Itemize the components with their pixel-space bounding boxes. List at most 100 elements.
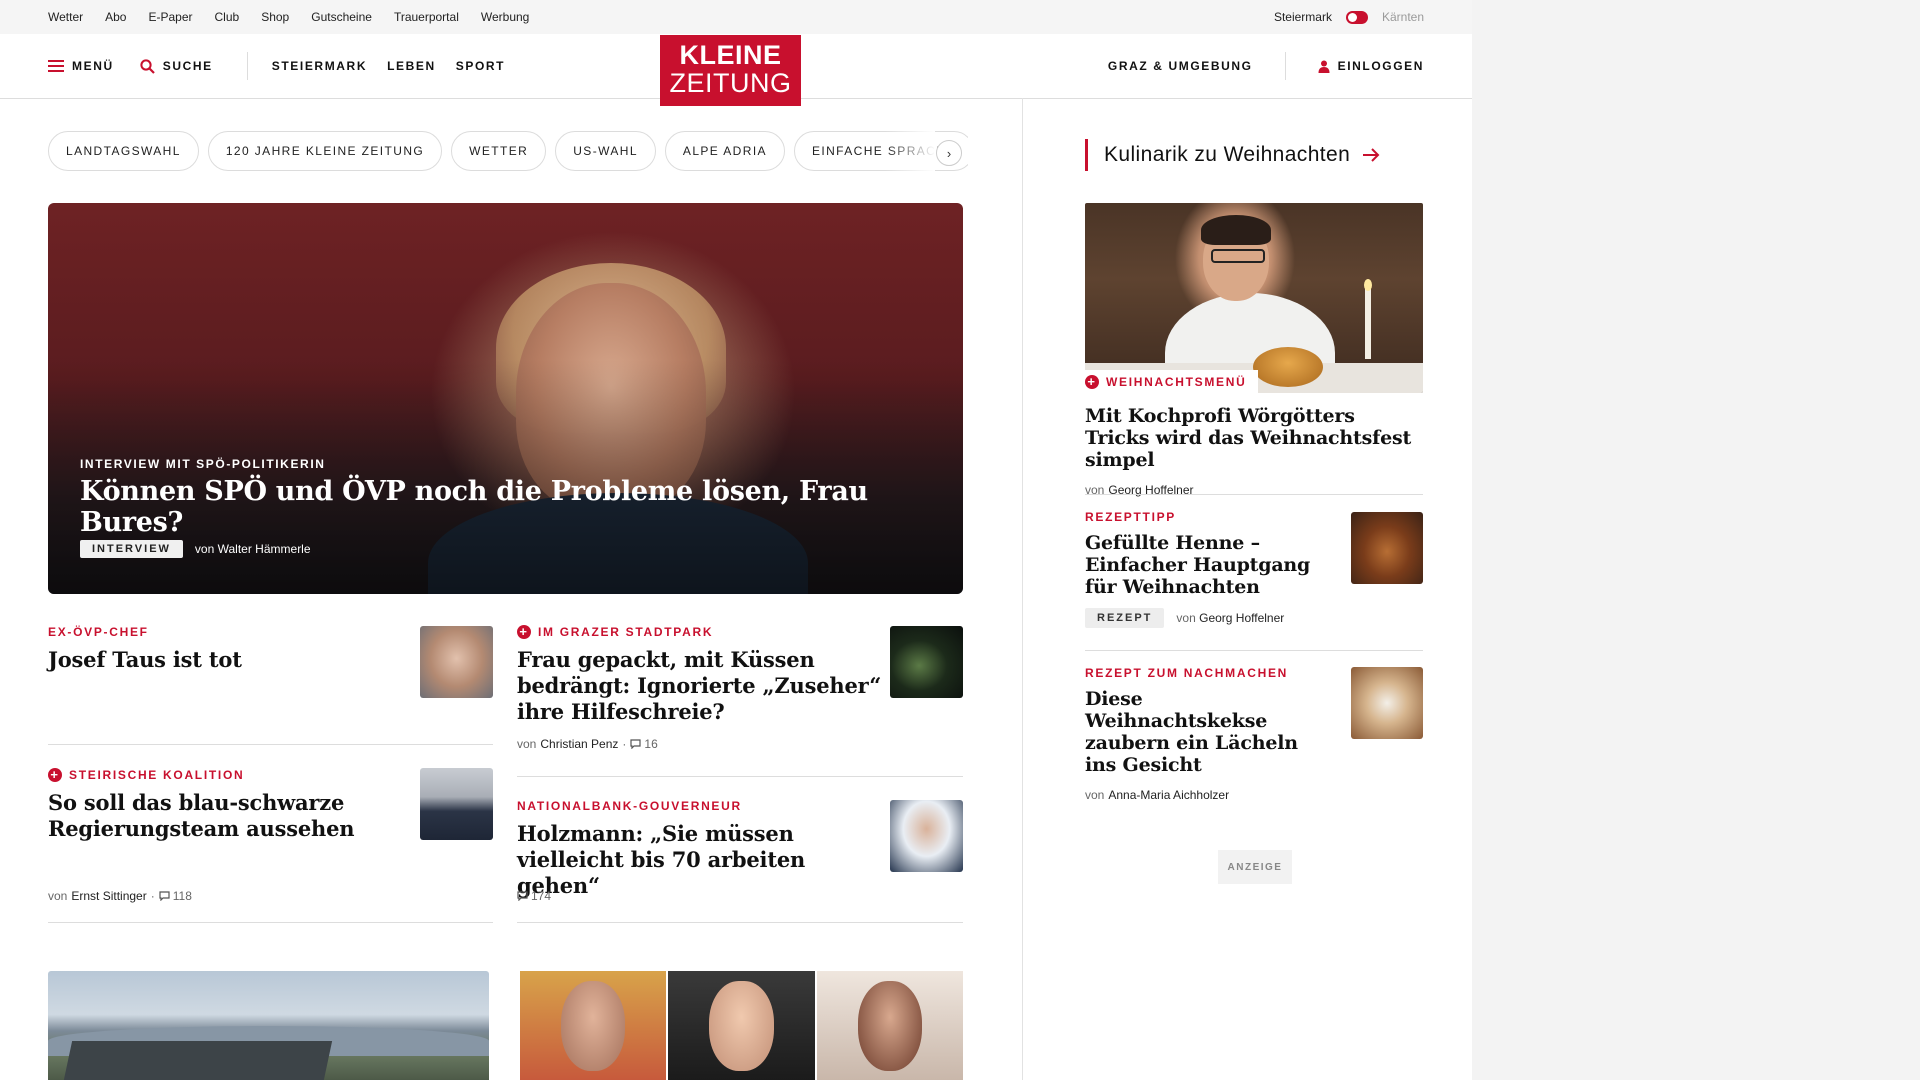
kicker-text: WEIHNACHTSMENÜ xyxy=(1106,375,1247,389)
chips-fade xyxy=(885,131,935,171)
article-image-bottom-right[interactable] xyxy=(520,971,963,1080)
hero-title[interactable]: Können SPÖ und ÖVP noch die Probleme lös… xyxy=(80,476,963,538)
hero-article[interactable]: INTERVIEW MIT SPÖ-POLITIKERIN Können SPÖ… xyxy=(48,203,963,594)
article-kicker: REZEPTTIPP xyxy=(1085,510,1320,524)
article-teaser[interactable]: + IM GRAZER STADTPARK Frau gepackt, mit K… xyxy=(517,625,887,751)
image-panel xyxy=(668,971,815,1080)
kicker-text: IM GRAZER STADTPARK xyxy=(538,625,714,639)
comment-count[interactable]: 16 xyxy=(630,737,658,751)
author-name[interactable]: Walter Hämmerle xyxy=(218,542,311,556)
site-logo[interactable]: KLEINE ZEITUNG xyxy=(660,35,801,106)
nav-leben[interactable]: LEBEN xyxy=(387,59,436,73)
hero-badge: INTERVIEW xyxy=(80,540,183,558)
sidebar-thumbnail[interactable] xyxy=(1351,667,1423,739)
article-image-bottom-left[interactable] xyxy=(48,971,489,1080)
article-title[interactable]: Holzmann: „Sie müssen vielleicht bis 70 … xyxy=(517,821,887,899)
image-panel xyxy=(816,971,963,1080)
byline-prefix: von xyxy=(1176,611,1196,625)
comment-number: 118 xyxy=(172,889,192,903)
util-link-club[interactable]: Club xyxy=(215,10,240,24)
region-option-kaernten[interactable]: Kärnten xyxy=(1382,10,1424,24)
topic-chip[interactable]: ALPE ADRIA xyxy=(664,131,785,171)
menu-button[interactable]: MENÜ xyxy=(48,59,114,73)
hero-meta: INTERVIEW von Walter Hämmerle xyxy=(80,540,311,558)
author-name[interactable]: Georg Hoffelner xyxy=(1199,611,1284,625)
header-divider xyxy=(246,52,248,80)
region-toggle[interactable] xyxy=(1345,10,1368,24)
sidebar-divider xyxy=(1085,494,1423,495)
article-divider xyxy=(48,922,493,923)
util-link-abo[interactable]: Abo xyxy=(105,10,126,24)
author-name[interactable]: Ernst Sittinger xyxy=(71,889,146,903)
author-name[interactable]: Christian Penz xyxy=(540,737,618,751)
util-link-gutscheine[interactable]: Gutscheine xyxy=(311,10,372,24)
article-thumbnail[interactable] xyxy=(420,626,493,698)
image-chef-hair xyxy=(1201,215,1271,245)
utility-nav: Wetter Abo E-Paper Club Shop Gutscheine … xyxy=(48,0,551,34)
sidebar-item[interactable]: REZEPTTIPP Gefüllte Henne – Einfacher Ha… xyxy=(1085,510,1320,628)
login-button[interactable]: EINLOGGEN xyxy=(1318,59,1424,73)
sidebar-item[interactable]: REZEPT ZUM NACHMACHEN Diese Weihnachtske… xyxy=(1085,666,1320,802)
comment-number: 16 xyxy=(644,737,658,751)
article-meta: REZEPT von Georg Hoffelner xyxy=(1085,608,1320,628)
article-teaser[interactable]: + STEIRISCHE KOALITION So soll das blau-s… xyxy=(48,768,408,842)
nav-sport[interactable]: SPORT xyxy=(456,59,505,73)
comment-icon xyxy=(630,739,642,749)
menu-label: MENÜ xyxy=(72,59,114,73)
article-thumbnail[interactable] xyxy=(890,800,963,872)
meta-dot: · xyxy=(622,737,627,751)
article-title[interactable]: Frau gepackt, mit Küssen bedrängt: Ignor… xyxy=(517,647,887,725)
article-title[interactable]: Gefüllte Henne – Einfacher Hauptgang für… xyxy=(1085,532,1320,598)
sidebar-heading[interactable]: Kulinarik zu Weihnachten xyxy=(1085,139,1380,171)
region-switcher: Steiermark Kärnten xyxy=(1274,0,1424,34)
util-link-shop[interactable]: Shop xyxy=(261,10,289,24)
ad-label: ANZEIGE xyxy=(1218,850,1292,884)
user-icon xyxy=(1318,60,1330,73)
article-divider xyxy=(517,776,963,777)
search-button[interactable]: SUCHE xyxy=(140,58,213,74)
article-divider xyxy=(48,744,493,745)
search-icon xyxy=(140,58,155,74)
article-kicker: REZEPT ZUM NACHMACHEN xyxy=(1085,666,1320,680)
hero-kicker: INTERVIEW MIT SPÖ-POLITIKERIN xyxy=(80,457,326,471)
region-link[interactable]: GRAZ & UMGEBUNG xyxy=(1108,59,1253,73)
topic-chip[interactable]: US-WAHL xyxy=(555,131,656,171)
kicker-text: NATIONALBANK-GOUVERNEUR xyxy=(517,799,742,813)
util-link-wetter[interactable]: Wetter xyxy=(48,10,83,24)
sidebar-thumbnail[interactable] xyxy=(1351,512,1423,584)
image-panel xyxy=(520,971,667,1080)
comment-count[interactable]: 118 xyxy=(159,889,192,903)
login-label: EINLOGGEN xyxy=(1337,59,1424,73)
article-title[interactable]: Mit Kochprofi Wörgötters Tricks wird das… xyxy=(1085,405,1423,471)
header-nav: STEIERMARK LEBEN SPORT xyxy=(272,57,525,75)
article-kicker: + IM GRAZER STADTPARK xyxy=(517,625,887,639)
header-divider-right xyxy=(1284,52,1286,80)
search-label: SUCHE xyxy=(162,59,213,73)
topic-chip[interactable]: WETTER xyxy=(451,131,547,171)
utility-bar: Wetter Abo E-Paper Club Shop Gutscheine … xyxy=(0,0,1472,34)
kicker-text: REZEPT ZUM NACHMACHEN xyxy=(1085,666,1289,680)
author-name[interactable]: Anna-Maria Aichholzer xyxy=(1108,788,1229,802)
article-title[interactable]: So soll das blau-schwarze Regierungsteam… xyxy=(48,790,408,842)
util-link-werbung[interactable]: Werbung xyxy=(481,10,529,24)
chevron-right-icon: › xyxy=(946,145,952,161)
topic-chip[interactable]: 120 JAHRE KLEINE ZEITUNG xyxy=(207,131,443,171)
byline-prefix: von xyxy=(194,542,215,556)
sidebar-feature[interactable]: Mit Kochprofi Wörgötters Tricks wird das… xyxy=(1085,397,1423,497)
sidebar-feature-image[interactable] xyxy=(1085,203,1423,393)
topic-chip[interactable]: LANDTAGSWAHL xyxy=(48,131,199,171)
article-title[interactable]: Diese Weihnachtskekse zaubern ein Lächel… xyxy=(1085,688,1320,776)
article-divider xyxy=(517,922,963,923)
article-title[interactable]: Josef Taus ist tot xyxy=(48,647,408,673)
region-option-steiermark[interactable]: Steiermark xyxy=(1274,10,1332,24)
comment-count[interactable]: 174 xyxy=(517,889,551,903)
plus-icon: + xyxy=(48,768,62,782)
article-teaser[interactable]: NATIONALBANK-GOUVERNEUR Holzmann: „Sie m… xyxy=(517,799,887,899)
article-teaser[interactable]: EX-ÖVP-CHEF Josef Taus ist tot xyxy=(48,625,408,673)
article-thumbnail[interactable] xyxy=(420,768,493,840)
article-thumbnail[interactable] xyxy=(890,626,963,698)
chips-next-button[interactable]: › xyxy=(936,140,962,166)
nav-steiermark[interactable]: STEIERMARK xyxy=(272,59,367,73)
util-link-trauerportal[interactable]: Trauerportal xyxy=(394,10,459,24)
util-link-epaper[interactable]: E-Paper xyxy=(148,10,192,24)
